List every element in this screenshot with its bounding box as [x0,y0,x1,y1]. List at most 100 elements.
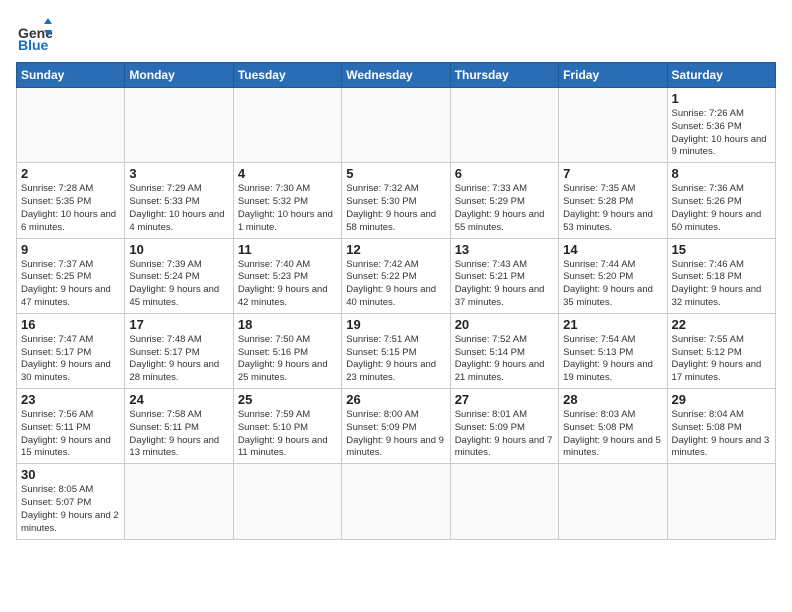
day-number: 19 [346,317,445,332]
day-number: 12 [346,242,445,257]
day-info: Sunrise: 7:42 AM Sunset: 5:22 PM Dayligh… [346,259,445,310]
day-number: 1 [672,91,771,106]
calendar-cell: 29 Sunrise: 8:04 AM Sunset: 5:08 PM Dayli… [667,389,775,464]
day-info: Sunrise: 7:40 AM Sunset: 5:23 PM Dayligh… [238,259,337,310]
day-number: 23 [21,392,120,407]
calendar-cell: 3 Sunrise: 7:29 AM Sunset: 5:33 PM Daylig… [125,163,233,238]
day-info: Sunrise: 7:55 AM Sunset: 5:12 PM Dayligh… [672,334,771,385]
calendar-cell: 11Sunrise: 7:40 AM Sunset: 5:23 PM Dayli… [233,238,341,313]
weekday-header-sunday: Sunday [17,63,125,88]
svg-text:Blue: Blue [18,37,49,52]
calendar-cell [559,88,667,163]
day-info: Sunrise: 7:58 AM Sunset: 5:11 PM Dayligh… [129,409,228,460]
day-info: Sunrise: 8:05 AM Sunset: 5:07 PM Dayligh… [21,484,120,535]
day-info: Sunrise: 7:39 AM Sunset: 5:24 PM Dayligh… [129,259,228,310]
calendar-cell: 10 Sunrise: 7:39 AM Sunset: 5:24 PM Dayli… [125,238,233,313]
calendar-cell [667,464,775,539]
calendar-cell [450,88,558,163]
day-number: 9 [21,242,120,257]
day-info: Sunrise: 7:43 AM Sunset: 5:21 PM Dayligh… [455,259,554,310]
day-number: 17 [129,317,228,332]
day-info: Sunrise: 7:32 AM Sunset: 5:30 PM Dayligh… [346,183,445,234]
calendar-cell: 1 Sunrise: 7:26 AM Sunset: 5:36 PM Daylig… [667,88,775,163]
calendar-cell [342,464,450,539]
day-number: 24 [129,392,228,407]
day-info: Sunrise: 7:47 AM Sunset: 5:17 PM Dayligh… [21,334,120,385]
day-number: 26 [346,392,445,407]
weekday-header-monday: Monday [125,63,233,88]
calendar-cell: 17 Sunrise: 7:48 AM Sunset: 5:17 PM Dayli… [125,313,233,388]
day-info: Sunrise: 8:04 AM Sunset: 5:08 PM Dayligh… [672,409,771,460]
calendar-cell [559,464,667,539]
day-number: 3 [129,166,228,181]
day-number: 20 [455,317,554,332]
day-number: 2 [21,166,120,181]
calendar-cell: 4Sunrise: 7:30 AM Sunset: 5:32 PM Daylig… [233,163,341,238]
calendar-cell: 21Sunrise: 7:54 AM Sunset: 5:13 PM Dayli… [559,313,667,388]
calendar-cell: 9 Sunrise: 7:37 AM Sunset: 5:25 PM Daylig… [17,238,125,313]
day-info: Sunrise: 7:29 AM Sunset: 5:33 PM Dayligh… [129,183,228,234]
calendar-cell: 14Sunrise: 7:44 AM Sunset: 5:20 PM Dayli… [559,238,667,313]
day-info: Sunrise: 7:54 AM Sunset: 5:13 PM Dayligh… [563,334,662,385]
calendar-cell: 24 Sunrise: 7:58 AM Sunset: 5:11 PM Dayli… [125,389,233,464]
weekday-header-wednesday: Wednesday [342,63,450,88]
calendar-cell: 23 Sunrise: 7:56 AM Sunset: 5:11 PM Dayli… [17,389,125,464]
calendar-cell: 16 Sunrise: 7:47 AM Sunset: 5:17 PM Dayli… [17,313,125,388]
day-info: Sunrise: 8:01 AM Sunset: 5:09 PM Dayligh… [455,409,554,460]
calendar-cell: 12 Sunrise: 7:42 AM Sunset: 5:22 PM Dayli… [342,238,450,313]
calendar-cell: 22 Sunrise: 7:55 AM Sunset: 5:12 PM Dayli… [667,313,775,388]
day-info: Sunrise: 7:28 AM Sunset: 5:35 PM Dayligh… [21,183,120,234]
calendar-cell: 13 Sunrise: 7:43 AM Sunset: 5:21 PM Dayli… [450,238,558,313]
day-info: Sunrise: 7:56 AM Sunset: 5:11 PM Dayligh… [21,409,120,460]
day-info: Sunrise: 7:26 AM Sunset: 5:36 PM Dayligh… [672,108,771,159]
calendar-cell [233,464,341,539]
calendar-cell [233,88,341,163]
calendar-week-row: 1 Sunrise: 7:26 AM Sunset: 5:36 PM Daylig… [17,88,776,163]
day-number: 18 [238,317,337,332]
calendar-cell [342,88,450,163]
calendar-cell: 30Sunrise: 8:05 AM Sunset: 5:07 PM Dayli… [17,464,125,539]
day-number: 29 [672,392,771,407]
calendar-cell [450,464,558,539]
day-info: Sunrise: 7:59 AM Sunset: 5:10 PM Dayligh… [238,409,337,460]
calendar-cell: 27 Sunrise: 8:01 AM Sunset: 5:09 PM Dayli… [450,389,558,464]
day-info: Sunrise: 7:51 AM Sunset: 5:15 PM Dayligh… [346,334,445,385]
day-info: Sunrise: 7:37 AM Sunset: 5:25 PM Dayligh… [21,259,120,310]
weekday-header-tuesday: Tuesday [233,63,341,88]
day-info: Sunrise: 7:30 AM Sunset: 5:32 PM Dayligh… [238,183,337,234]
calendar-cell: 7Sunrise: 7:35 AM Sunset: 5:28 PM Daylig… [559,163,667,238]
calendar-week-row: 16 Sunrise: 7:47 AM Sunset: 5:17 PM Dayli… [17,313,776,388]
day-info: Sunrise: 7:33 AM Sunset: 5:29 PM Dayligh… [455,183,554,234]
day-number: 14 [563,242,662,257]
logo: General Blue [16,16,56,52]
calendar-cell: 8Sunrise: 7:36 AM Sunset: 5:26 PM Daylig… [667,163,775,238]
day-info: Sunrise: 7:35 AM Sunset: 5:28 PM Dayligh… [563,183,662,234]
calendar-week-row: 23 Sunrise: 7:56 AM Sunset: 5:11 PM Dayli… [17,389,776,464]
calendar-cell [125,88,233,163]
day-number: 22 [672,317,771,332]
day-info: Sunrise: 7:36 AM Sunset: 5:26 PM Dayligh… [672,183,771,234]
page-header: General Blue [16,16,776,52]
calendar-table: SundayMondayTuesdayWednesdayThursdayFrid… [16,62,776,540]
calendar-week-row: 30Sunrise: 8:05 AM Sunset: 5:07 PM Dayli… [17,464,776,539]
day-number: 10 [129,242,228,257]
weekday-header-row: SundayMondayTuesdayWednesdayThursdayFrid… [17,63,776,88]
day-info: Sunrise: 7:48 AM Sunset: 5:17 PM Dayligh… [129,334,228,385]
calendar-cell: 15Sunrise: 7:46 AM Sunset: 5:18 PM Dayli… [667,238,775,313]
day-number: 27 [455,392,554,407]
day-number: 13 [455,242,554,257]
logo-icon: General Blue [16,16,52,52]
day-info: Sunrise: 8:00 AM Sunset: 5:09 PM Dayligh… [346,409,445,460]
calendar-cell [125,464,233,539]
day-number: 25 [238,392,337,407]
day-info: Sunrise: 8:03 AM Sunset: 5:08 PM Dayligh… [563,409,662,460]
day-info: Sunrise: 7:50 AM Sunset: 5:16 PM Dayligh… [238,334,337,385]
day-number: 6 [455,166,554,181]
calendar-cell: 20Sunrise: 7:52 AM Sunset: 5:14 PM Dayli… [450,313,558,388]
calendar-cell: 18 Sunrise: 7:50 AM Sunset: 5:16 PM Dayli… [233,313,341,388]
weekday-header-thursday: Thursday [450,63,558,88]
day-number: 15 [672,242,771,257]
calendar-cell: 28Sunrise: 8:03 AM Sunset: 5:08 PM Dayli… [559,389,667,464]
calendar-cell: 26 Sunrise: 8:00 AM Sunset: 5:09 PM Dayli… [342,389,450,464]
day-number: 16 [21,317,120,332]
